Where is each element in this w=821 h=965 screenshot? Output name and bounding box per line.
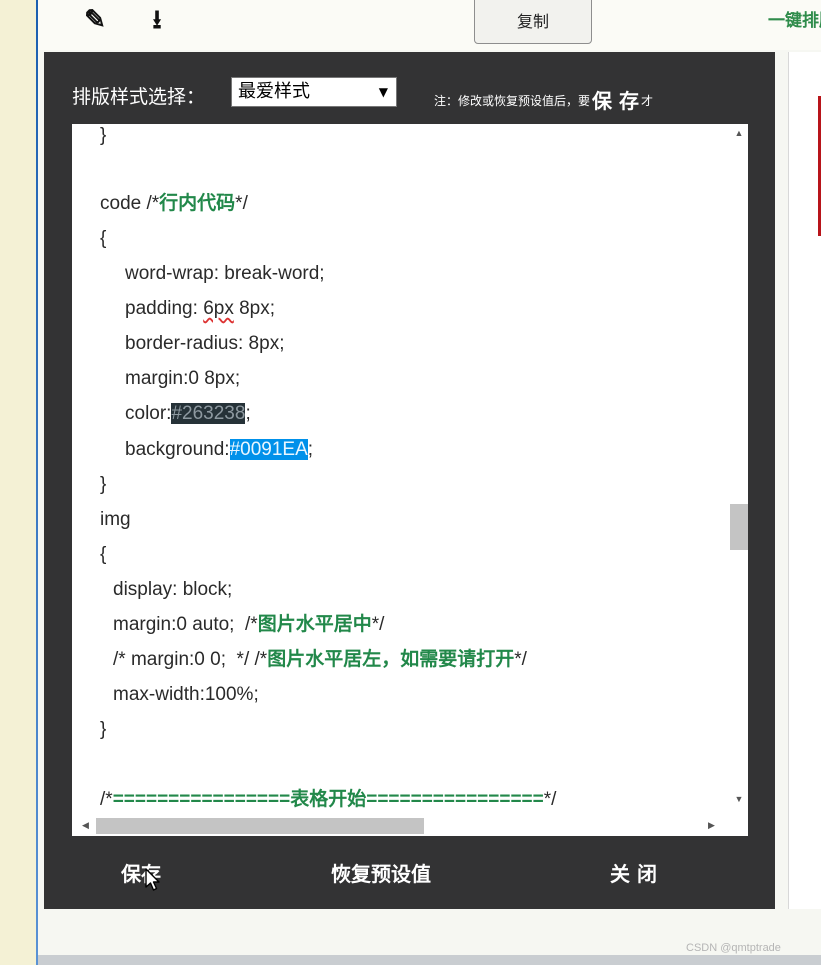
horizontal-scroll-thumb[interactable] <box>96 818 424 834</box>
style-dialog: 排版样式选择： 最爱样式 ▼ 注：修改或恢复预设值后，要保 存才 } code … <box>44 52 775 909</box>
restore-defaults-button[interactable]: 恢复预设值 <box>331 858 431 887</box>
code-line: background:#0091EA; <box>125 439 314 460</box>
code-textarea[interactable]: } code /*行内代码*/ { word-wrap: break-word;… <box>72 124 724 818</box>
vertical-scroll-thumb[interactable] <box>730 504 748 550</box>
code-line: /*================表格开始================*/ <box>100 789 557 810</box>
code-line: } <box>100 719 107 740</box>
style-select-dropdown[interactable]: 最爱样式 ▼ <box>231 77 397 107</box>
scroll-up-arrow-icon[interactable]: ▲ <box>730 128 748 138</box>
save-note: 注：修改或恢复预设值后，要保 存才 <box>434 85 653 114</box>
code-line: margin:0 auto; /*图片水平居中*/ <box>113 614 385 635</box>
download-icon[interactable]: ⭳ <box>142 4 172 34</box>
code-line: word-wrap: break-word; <box>125 263 325 284</box>
note-emphasis: 保 存 <box>592 89 639 113</box>
top-toolbar: ✎ ⭳ 复制 一键排版 <box>38 0 821 50</box>
style-select-value: 最爱样式 <box>238 81 310 102</box>
code-line: border-radius: 8px; <box>125 333 285 354</box>
dropdown-arrow-icon: ▼ <box>378 85 388 99</box>
scroll-left-arrow-icon[interactable]: ◀ <box>82 820 89 831</box>
one-click-format-link[interactable]: 一键排版 <box>768 6 821 31</box>
code-line: } <box>100 125 107 146</box>
mouse-cursor-icon <box>145 868 160 891</box>
bottom-taskbar <box>38 955 821 965</box>
style-select-label: 排版样式选择： <box>72 86 206 108</box>
code-line: display: block; <box>113 579 233 600</box>
scroll-down-arrow-icon[interactable]: ▼ <box>730 794 748 804</box>
copy-button[interactable]: 复制 <box>474 0 592 44</box>
vertical-scrollbar[interactable]: ▲ ▼ <box>724 124 748 818</box>
code-line: max-width:100%; <box>113 684 259 705</box>
code-line: } <box>100 474 107 495</box>
code-line: { <box>100 228 107 249</box>
code-line: padding: 6px 8px; <box>125 298 276 319</box>
preview-panel <box>788 52 821 909</box>
close-button[interactable]: 关 闭 <box>610 858 657 887</box>
watermark: CSDN @qmtptrade <box>686 942 781 954</box>
left-edge-strip <box>0 0 38 965</box>
css-editor[interactable]: } code /*行内代码*/ { word-wrap: break-word;… <box>72 124 748 836</box>
code-line: code /*行内代码*/ <box>100 193 248 214</box>
note-suffix: 才 <box>640 94 653 108</box>
edit-icon[interactable]: ✎ <box>80 4 110 34</box>
code-line: margin:0 8px; <box>125 368 241 389</box>
code-line: /* margin:0 0; */ /*图片水平居左，如需要请打开*/ <box>113 649 527 670</box>
horizontal-scrollbar[interactable]: ◀ ▶ <box>72 818 724 836</box>
code-line: img <box>100 509 131 530</box>
note-prefix: 注：修改或恢复预设值后，要 <box>434 94 591 108</box>
code-line: { <box>100 544 107 565</box>
scroll-right-arrow-icon[interactable]: ▶ <box>708 820 715 831</box>
code-line: color:#263238; <box>125 403 251 424</box>
